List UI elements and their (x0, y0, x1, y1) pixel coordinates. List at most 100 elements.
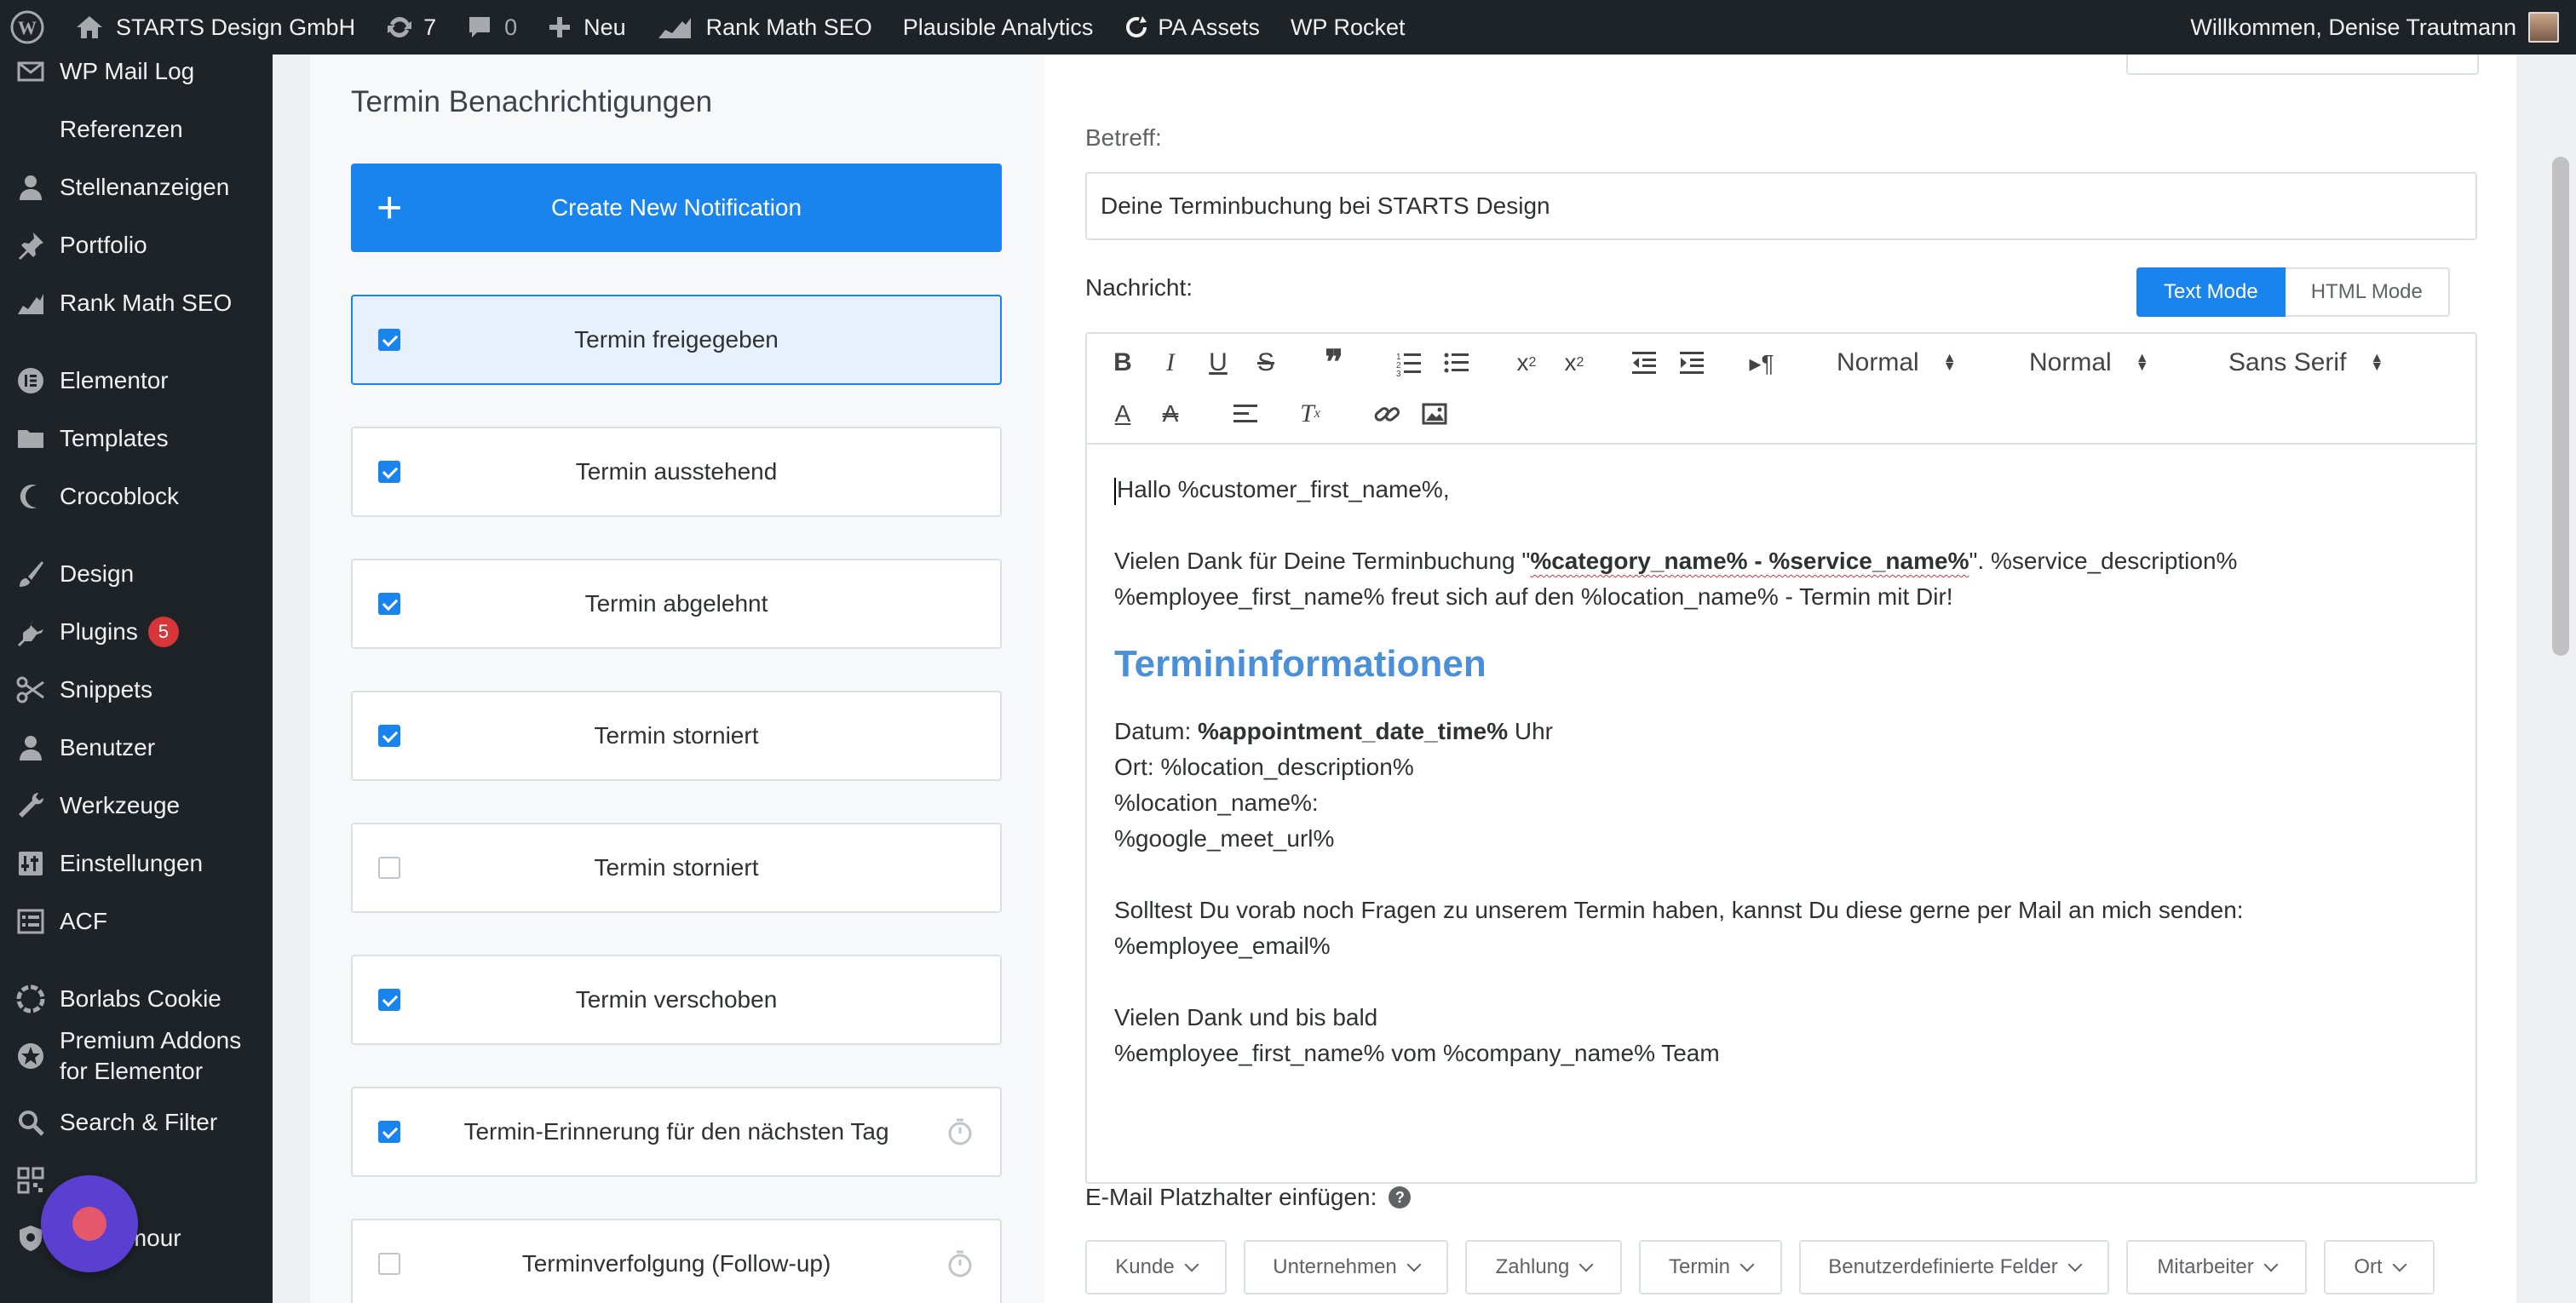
pa-assets-link[interactable]: PA Assets (1108, 0, 1275, 55)
notification-item[interactable]: Termin ausstehend (351, 427, 1002, 517)
notification-item[interactable]: Termin abgelehnt (351, 559, 1002, 649)
indent-icon[interactable] (1673, 344, 1711, 382)
updates-count: 7 (423, 14, 437, 40)
placeholder-dropdown-label: Unternehmen (1273, 1255, 1397, 1278)
settings-icon (15, 848, 46, 879)
sidebar-item-label: Werkzeuge (60, 792, 181, 818)
text-mode-button[interactable]: Text Mode (2136, 267, 2286, 317)
sidebar-item-plugins[interactable]: Plugins 5 (0, 608, 273, 656)
updates-link[interactable]: 7 (371, 0, 451, 55)
placeholder-dropdown-termin[interactable]: Termin (1639, 1240, 1782, 1294)
notification-checkbox[interactable] (378, 857, 400, 879)
rankmath-link[interactable]: Rank Math SEO (641, 0, 888, 55)
notification-label: Termin-Erinnerung für den nächsten Tag (463, 1118, 889, 1145)
outdent-icon[interactable] (1625, 344, 1663, 382)
notification-item[interactable]: Termin storniert (351, 691, 1002, 781)
sidebar-item-search-filter[interactable]: Search & Filter (0, 1099, 273, 1146)
chevron-down-icon (2067, 1257, 2083, 1272)
editor-content[interactable]: Hallo %customer_first_name%, Vielen Dank… (1114, 472, 2452, 1071)
notification-item[interactable]: Termin-Erinnerung für den nächsten Tag (351, 1087, 1002, 1177)
help-icon[interactable]: ? (1389, 1186, 1412, 1208)
create-notification-button[interactable]: + Create New Notification (351, 164, 1002, 252)
sidebar-item-werkzeuge[interactable]: Werkzeuge (0, 782, 273, 829)
placeholder-dropdown-kunde[interactable]: Kunde (1085, 1240, 1227, 1294)
notification-label: Termin abgelehnt (584, 590, 768, 617)
ordered-list-icon[interactable]: 123 (1390, 344, 1428, 382)
wprocket-link[interactable]: WP Rocket (1275, 0, 1421, 55)
notification-item[interactable]: Termin storniert (351, 823, 1002, 913)
screen-recorder-button[interactable] (41, 1175, 138, 1272)
notification-item[interactable]: Termin freigegeben (351, 295, 1002, 385)
notification-checkbox[interactable] (378, 461, 400, 483)
notification-checkbox[interactable] (378, 725, 400, 747)
refresh-icon (1126, 16, 1147, 37)
notification-checkbox[interactable] (378, 593, 400, 615)
placeholder-dropdown-mitarbeiter[interactable]: Mitarbeiter (2126, 1240, 2307, 1294)
notification-checkbox[interactable] (378, 1253, 400, 1275)
empty-line (1114, 857, 2452, 893)
placeholders-label: E-Mail Platzhalter einfügen: ? (1085, 1184, 1412, 1211)
header-select[interactable]: Normal ▲ ▼ (1837, 344, 1957, 382)
subscript-icon[interactable]: x2 (1508, 344, 1545, 382)
notification-checkbox[interactable] (378, 1121, 400, 1143)
folder-icon (15, 423, 46, 454)
notification-checkbox[interactable] (378, 329, 400, 351)
clear-formatting-icon[interactable]: Tx (1291, 395, 1329, 433)
sidebar-item-acf[interactable]: ACF (0, 898, 273, 945)
link-icon[interactable] (1368, 395, 1406, 433)
sidebar-item-design[interactable]: Design (0, 550, 273, 598)
empty-line (1114, 964, 2452, 1000)
align-icon[interactable] (1227, 395, 1264, 433)
new-content-link[interactable]: Neu (532, 0, 641, 55)
text-direction-icon[interactable]: ▸¶ (1743, 344, 1780, 382)
notification-label: Terminverfolgung (Follow-up) (521, 1250, 831, 1277)
notification-label: Termin ausstehend (575, 458, 778, 485)
timer-icon (948, 1250, 972, 1277)
location-name-line: %location_name%: (1114, 789, 1319, 816)
sidebar-item-borlabs-cookie[interactable]: Borlabs Cookie (0, 975, 273, 1023)
sidebar-item-premium-addons[interactable]: Premium Addons for Elementor (0, 1022, 273, 1090)
plausible-link[interactable]: Plausible Analytics (888, 0, 1109, 55)
notification-item[interactable]: Terminverfolgung (Follow-up) (351, 1219, 1002, 1303)
account-menu[interactable]: Willkommen, Denise Trautmann (2190, 12, 2576, 43)
placeholder-dropdown-zahlung[interactable]: Zahlung (1465, 1240, 1622, 1294)
wordpress-logo-icon[interactable]: W (0, 0, 60, 55)
font-select[interactable]: Sans Serif ▲ ▼ (2228, 344, 2383, 382)
thanks-line: Vielen Dank für Deine Terminbuchung "%ca… (1114, 543, 2452, 579)
site-name-link[interactable]: STARTS Design GmbH (60, 0, 371, 55)
notification-item[interactable]: Termin verschoben (351, 955, 1002, 1045)
sidebar-item-qr[interactable] (0, 1157, 273, 1204)
sidebar-item-referenzen[interactable]: Referenzen (0, 106, 273, 153)
placeholder-dropdown-unternehmen[interactable]: Unternehmen (1244, 1240, 1448, 1294)
bold-icon[interactable]: B (1104, 344, 1141, 382)
placeholder-dropdown-ort[interactable]: Ort (2324, 1240, 2435, 1294)
background-color-icon[interactable]: A (1152, 395, 1189, 433)
date-line: Datum: %appointment_date_time% Uhr (1114, 714, 2452, 749)
notification-checkbox[interactable] (378, 989, 400, 1011)
bullet-list-icon[interactable] (1438, 344, 1475, 382)
image-icon[interactable] (1416, 395, 1453, 433)
sidebar-item-rank-math-seo[interactable]: Rank Math SEO (0, 279, 273, 327)
sidebar-item-elementor[interactable]: Elementor (0, 357, 273, 405)
underline-icon[interactable]: U (1199, 344, 1237, 382)
sidebar-item-portfolio[interactable]: Portfolio (0, 221, 273, 269)
strikethrough-icon[interactable]: S (1247, 344, 1285, 382)
sidebar-item-benutzer[interactable]: Benutzer (0, 724, 273, 772)
html-mode-button[interactable]: HTML Mode (2285, 267, 2450, 317)
sidebar-item-wp-mail-log[interactable]: WP Mail Log (0, 55, 273, 95)
comments-link[interactable]: 0 (451, 0, 532, 55)
sidebar-item-crocoblock[interactable]: Crocoblock (0, 473, 273, 520)
sidebar-item-einstellungen[interactable]: Einstellungen (0, 840, 273, 887)
scrollbar-thumb[interactable] (2552, 157, 2569, 656)
sidebar-item-templates[interactable]: Templates (0, 415, 273, 462)
superscript-icon[interactable]: x2 (1555, 344, 1593, 382)
italic-icon[interactable]: I (1152, 344, 1189, 382)
blockquote-icon[interactable]: ❞ (1315, 344, 1353, 382)
sidebar-item-stellenanzeigen[interactable]: Stellenanzeigen (0, 164, 273, 211)
text-color-icon[interactable]: A (1104, 395, 1141, 433)
placeholder-dropdown-custom-fields[interactable]: Benutzerdefinierte Felder (1799, 1240, 2109, 1294)
subject-input[interactable]: Deine Terminbuchung bei STARTS Design (1085, 172, 2477, 240)
sidebar-item-snippets[interactable]: Snippets (0, 666, 273, 714)
sidebar-item-label: Borlabs Cookie (60, 985, 221, 1012)
size-select[interactable]: Normal ▲ ▼ (2029, 344, 2149, 382)
